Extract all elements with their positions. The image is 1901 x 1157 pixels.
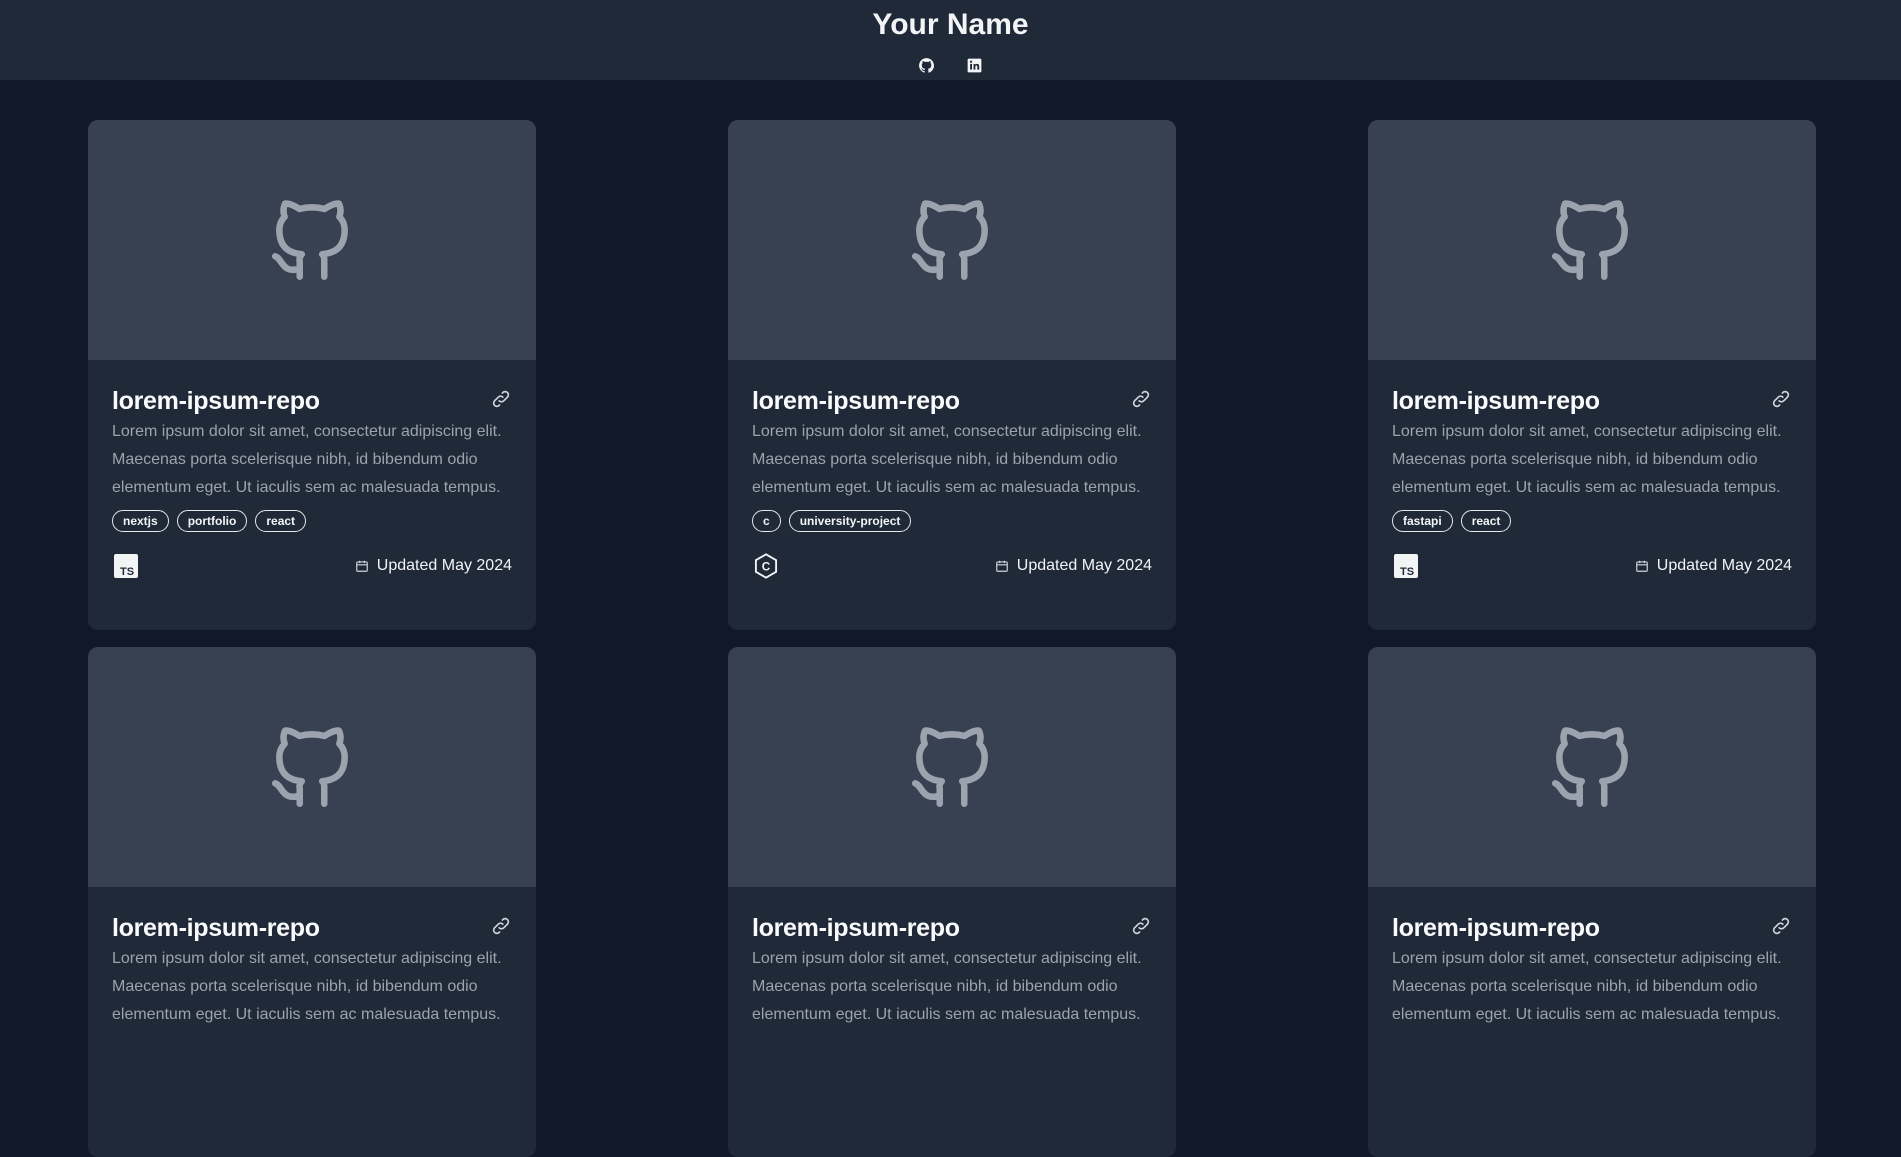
tag[interactable]: university-project xyxy=(788,510,912,532)
repo-thumbnail xyxy=(88,647,536,887)
social-links xyxy=(0,56,1901,74)
typescript-icon: TS xyxy=(112,552,140,580)
repo-title[interactable]: lorem-ipsum-repo xyxy=(1392,887,1792,943)
github-placeholder-icon xyxy=(911,200,988,281)
language-label: TS xyxy=(1400,566,1414,578)
repo-card[interactable]: lorem-ipsum-repo Lorem ipsum dolor sit a… xyxy=(88,120,536,630)
repo-card-body: lorem-ipsum-repo Lorem ipsum dolor sit a… xyxy=(88,887,536,1029)
link-icon[interactable] xyxy=(1770,388,1792,410)
repo-card-body: lorem-ipsum-repo Lorem ipsum dolor sit a… xyxy=(728,360,1176,580)
repo-description: Lorem ipsum dolor sit amet, consectetur … xyxy=(1392,423,1782,496)
repo-title[interactable]: lorem-ipsum-repo xyxy=(752,360,1152,416)
repo-footer: TS Updated May 2024 xyxy=(112,552,512,580)
site-title: Your Name xyxy=(872,8,1029,41)
tag[interactable]: fastapi xyxy=(1392,510,1453,532)
repo-thumbnail xyxy=(88,120,536,360)
repo-card[interactable]: lorem-ipsum-repo Lorem ipsum dolor sit a… xyxy=(728,120,1176,630)
repo-tags: c university-project xyxy=(752,510,1152,532)
repo-title[interactable]: lorem-ipsum-repo xyxy=(752,887,1152,943)
repo-card[interactable]: lorem-ipsum-repo Lorem ipsum dolor sit a… xyxy=(88,647,536,1157)
tag[interactable]: c xyxy=(752,510,781,532)
github-placeholder-icon xyxy=(911,727,988,808)
github-placeholder-icon xyxy=(271,200,348,281)
repo-tags: fastapi react xyxy=(1392,510,1792,532)
repo-tags: nextjs portfolio react xyxy=(112,510,512,532)
repo-card-body: lorem-ipsum-repo Lorem ipsum dolor sit a… xyxy=(728,887,1176,1029)
updated-info: Updated May 2024 xyxy=(355,557,512,575)
updated-date: Updated May 2024 xyxy=(1016,557,1152,574)
tag[interactable]: nextjs xyxy=(112,510,169,532)
github-placeholder-icon xyxy=(271,727,348,808)
github-icon xyxy=(919,57,935,73)
updated-date: Updated May 2024 xyxy=(376,557,512,574)
repo-card[interactable]: lorem-ipsum-repo Lorem ipsum dolor sit a… xyxy=(728,647,1176,1157)
language-label: C xyxy=(762,561,771,574)
calendar-icon xyxy=(355,560,368,572)
github-placeholder-icon xyxy=(1551,200,1628,281)
repo-title[interactable]: lorem-ipsum-repo xyxy=(112,360,512,416)
link-icon[interactable] xyxy=(490,388,512,410)
repo-thumbnail xyxy=(728,120,1176,360)
updated-info: Updated May 2024 xyxy=(1635,557,1792,575)
repo-title[interactable]: lorem-ipsum-repo xyxy=(112,887,512,943)
typescript-icon: TS xyxy=(1392,552,1420,580)
repo-card-body: lorem-ipsum-repo Lorem ipsum dolor sit a… xyxy=(1368,887,1816,1029)
link-icon[interactable] xyxy=(490,915,512,937)
repo-description: Lorem ipsum dolor sit amet, consectetur … xyxy=(752,423,1142,496)
github-placeholder-icon xyxy=(1551,727,1628,808)
calendar-icon xyxy=(995,560,1008,572)
language-label: TS xyxy=(120,566,134,578)
repo-footer: TS Updated May 2024 xyxy=(1392,552,1792,580)
link-icon[interactable] xyxy=(1770,915,1792,937)
repo-card-body: lorem-ipsum-repo Lorem ipsum dolor sit a… xyxy=(1368,360,1816,580)
updated-date: Updated May 2024 xyxy=(1656,557,1792,574)
repo-title[interactable]: lorem-ipsum-repo xyxy=(1392,360,1792,416)
link-icon[interactable] xyxy=(1130,388,1152,410)
repo-card[interactable]: lorem-ipsum-repo Lorem ipsum dolor sit a… xyxy=(1368,647,1816,1157)
repo-thumbnail xyxy=(728,647,1176,887)
updated-info: Updated May 2024 xyxy=(995,557,1152,575)
repo-card[interactable]: lorem-ipsum-repo Lorem ipsum dolor sit a… xyxy=(1368,120,1816,630)
linkedin-icon xyxy=(967,58,982,72)
tag[interactable]: react xyxy=(255,510,307,532)
linkedin-link[interactable] xyxy=(966,56,984,74)
repo-grid: lorem-ipsum-repo Lorem ipsum dolor sit a… xyxy=(88,120,1816,1157)
github-link[interactable] xyxy=(918,56,936,74)
repo-description: Lorem ipsum dolor sit amet, consectetur … xyxy=(112,423,502,496)
repo-card-body: lorem-ipsum-repo Lorem ipsum dolor sit a… xyxy=(88,360,536,580)
repo-thumbnail xyxy=(1368,647,1816,887)
calendar-icon xyxy=(1635,560,1648,572)
repo-footer: C Updated May 2024 xyxy=(752,552,1152,580)
repo-description: Lorem ipsum dolor sit amet, consectetur … xyxy=(112,950,502,1023)
link-icon[interactable] xyxy=(1130,915,1152,937)
repo-description: Lorem ipsum dolor sit amet, consectetur … xyxy=(1392,950,1782,1023)
tag[interactable]: portfolio xyxy=(176,510,248,532)
c-language-icon: C xyxy=(752,552,780,580)
repo-description: Lorem ipsum dolor sit amet, consectetur … xyxy=(752,950,1142,1023)
tag[interactable]: react xyxy=(1460,510,1512,532)
site-header: Your Name xyxy=(0,0,1901,80)
repo-thumbnail xyxy=(1368,120,1816,360)
